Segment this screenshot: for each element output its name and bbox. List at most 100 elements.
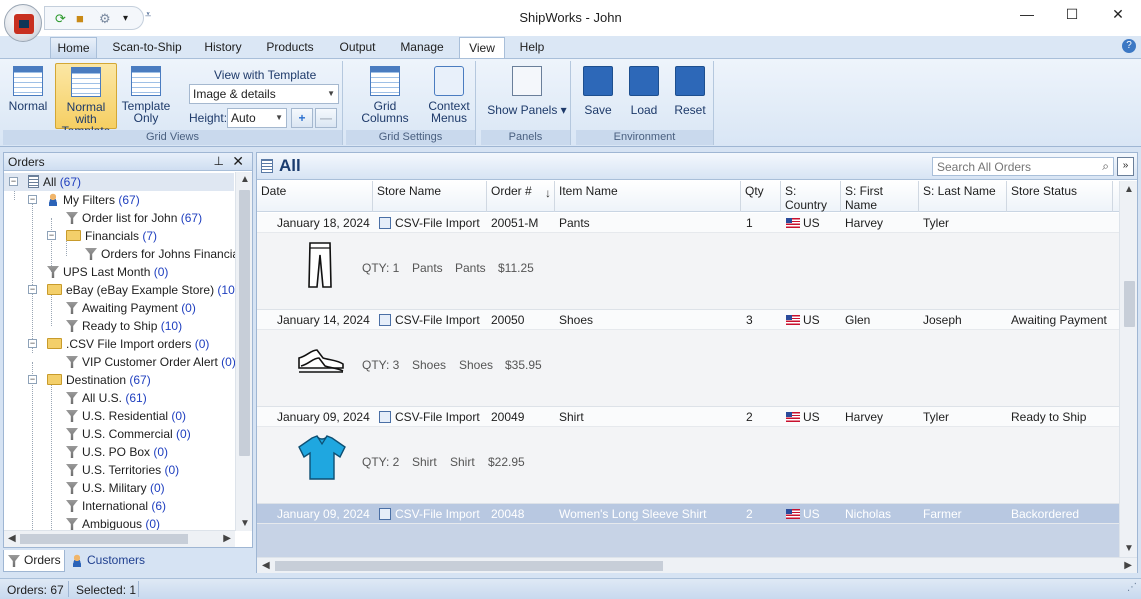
tab-output[interactable]: Output (330, 37, 385, 58)
tree-node-us-po-box[interactable]: U.S. PO Box (0) (66, 443, 168, 461)
tree-node-vip-alert[interactable]: VIP Customer Order Alert (0) (66, 353, 235, 371)
template-only-button[interactable]: Template Only (121, 63, 171, 129)
tree-node-us-military[interactable]: U.S. Military (0) (66, 479, 165, 497)
normal-with-template-button[interactable]: Normal with Template (55, 63, 117, 137)
collapse-icon[interactable]: − (9, 177, 18, 186)
table-row[interactable]: January 18, 2024 CSV-File Import 20051-M… (257, 213, 1119, 310)
search-icon[interactable]: ⌕ (1102, 159, 1109, 174)
scroll-up-icon[interactable]: ▲ (240, 174, 250, 185)
tab-orders[interactable]: Orders (3, 550, 65, 572)
save-button[interactable]: Save (578, 63, 618, 123)
search-input[interactable] (933, 158, 1093, 175)
tree-label: Ambiguous (82, 517, 143, 531)
group-grid-views: Normal Normal with Template Template Onl… (3, 61, 343, 145)
resize-grip-icon[interactable]: ⋰ (1127, 582, 1137, 593)
column-store-status[interactable]: Store Status (1007, 181, 1113, 212)
column-qty[interactable]: Qty (741, 181, 781, 212)
grid-views-group-label: Grid Views (3, 130, 342, 145)
tab-products[interactable]: Products (260, 37, 320, 58)
minimize-button[interactable]: — (1012, 6, 1042, 28)
collapse-icon[interactable]: − (28, 195, 37, 204)
search-box[interactable]: ⌕ (932, 157, 1114, 176)
scroll-thumb[interactable] (1124, 281, 1135, 327)
show-panels-button[interactable]: Show Panels ▾ (487, 63, 567, 123)
decrease-height-button[interactable]: — (315, 108, 337, 128)
cell-item: Pants (559, 216, 590, 230)
collapse-icon[interactable]: − (28, 375, 37, 384)
tree-node-international[interactable]: International (6) (66, 497, 166, 515)
collapse-icon[interactable]: − (28, 285, 37, 294)
close-button[interactable]: ✕ (1103, 6, 1133, 28)
scroll-down-icon[interactable]: ▼ (240, 518, 250, 529)
increase-height-button[interactable]: + (291, 108, 313, 128)
filter-icon (8, 555, 20, 567)
scroll-thumb[interactable] (239, 190, 250, 456)
scroll-left-icon[interactable]: ◀ (8, 533, 16, 544)
context-menus-button[interactable]: Context Menus (426, 63, 472, 129)
scroll-up-icon[interactable]: ▲ (1124, 184, 1134, 195)
expand-search-button[interactable]: » (1117, 157, 1134, 176)
tab-view[interactable]: View (459, 37, 505, 58)
table-row-selected[interactable]: January 09, 2024 CSV-File Import 20048 W… (257, 504, 1119, 558)
column-ship-country[interactable]: S: Country (781, 181, 841, 212)
help-icon[interactable]: ? (1122, 39, 1136, 53)
tree-horizontal-scrollbar[interactable]: ◀ ▶ (4, 530, 235, 547)
tree-vertical-scrollbar[interactable]: ▲ ▼ (235, 172, 252, 531)
scroll-right-icon[interactable]: ▶ (223, 533, 231, 544)
tree-node-us-commercial[interactable]: U.S. Commercial (0) (66, 425, 191, 443)
tab-home[interactable]: Home (50, 37, 97, 58)
scroll-thumb[interactable] (275, 561, 663, 571)
us-flag-icon (786, 412, 800, 422)
tab-help[interactable]: Help (512, 37, 552, 58)
cell-item: Shoes (559, 313, 594, 327)
tree-label: Order list for John (82, 211, 178, 225)
tab-customers[interactable]: Customers (67, 550, 157, 572)
scroll-right-icon[interactable]: ▶ (1124, 560, 1132, 571)
tree-node-ups-last-month[interactable]: UPS Last Month (0) (47, 263, 168, 281)
tree-node-awaiting-payment[interactable]: Awaiting Payment (0) (66, 299, 196, 317)
load-button[interactable]: Load (624, 63, 664, 123)
tree-count: (67) (118, 193, 140, 207)
tab-history[interactable]: History (197, 37, 249, 58)
tree-node-johns-financial[interactable]: Orders for Johns Financial r (85, 245, 235, 263)
show-panels-label: Show Panels ▾ (487, 103, 567, 117)
filter-icon (66, 302, 78, 314)
tab-scan-to-ship[interactable]: Scan-to-Ship (105, 37, 189, 58)
scroll-left-icon[interactable]: ◀ (262, 560, 270, 571)
reset-button[interactable]: Reset (670, 63, 710, 123)
pin-icon[interactable]: ⊥ (214, 154, 224, 168)
template-select[interactable]: Image & details ▼ (189, 84, 339, 104)
column-date[interactable]: Date (257, 181, 373, 212)
grid-columns-button[interactable]: Grid Columns (350, 63, 420, 124)
tree-node-ambiguous[interactable]: Ambiguous (0) (66, 515, 160, 531)
scroll-thumb[interactable] (20, 534, 188, 544)
grid-vertical-scrollbar[interactable]: ▲ ▼ (1119, 181, 1137, 557)
tree-node-all[interactable]: − All (67) (4, 173, 234, 191)
group-panels: Show Panels ▾ Panels (481, 61, 571, 145)
maximize-button[interactable]: ☐ (1057, 6, 1087, 28)
normal-view-button[interactable]: Normal (5, 63, 51, 127)
app-menu-button[interactable] (4, 4, 42, 42)
column-ship-first-name[interactable]: S: First Name (841, 181, 919, 212)
collapse-icon[interactable]: − (47, 231, 56, 240)
table-row[interactable]: January 09, 2024 CSV-File Import 20049 S… (257, 407, 1119, 504)
column-ship-last-name[interactable]: S: Last Name (919, 181, 1007, 212)
tab-manage[interactable]: Manage (393, 37, 451, 58)
tree-node-us-territories[interactable]: U.S. Territories (0) (66, 461, 179, 479)
detail-name: Pants (455, 261, 486, 275)
collapse-icon[interactable]: − (28, 339, 37, 348)
scroll-down-icon[interactable]: ▼ (1124, 543, 1134, 554)
chevron-down-icon: ▼ (327, 89, 335, 98)
tree-node-ready-to-ship[interactable]: Ready to Ship (10) (66, 317, 182, 335)
table-row[interactable]: January 14, 2024 CSV-File Import 20050 S… (257, 310, 1119, 407)
grid-horizontal-scrollbar[interactable]: ◀ ▶ (257, 557, 1137, 573)
tree-node-all-us[interactable]: All U.S. (61) (66, 389, 147, 407)
height-select[interactable]: Auto ▼ (227, 108, 287, 128)
tree-node-us-residential[interactable]: U.S. Residential (0) (66, 407, 186, 425)
us-flag-icon (786, 218, 800, 228)
tree-count: (0) (194, 337, 210, 351)
tree-node-order-list-john[interactable]: Order list for John (67) (66, 209, 202, 227)
close-panel-icon[interactable]: ✕ (232, 153, 244, 170)
column-item-name[interactable]: Item Name (555, 181, 741, 212)
column-store-name[interactable]: Store Name (373, 181, 487, 212)
